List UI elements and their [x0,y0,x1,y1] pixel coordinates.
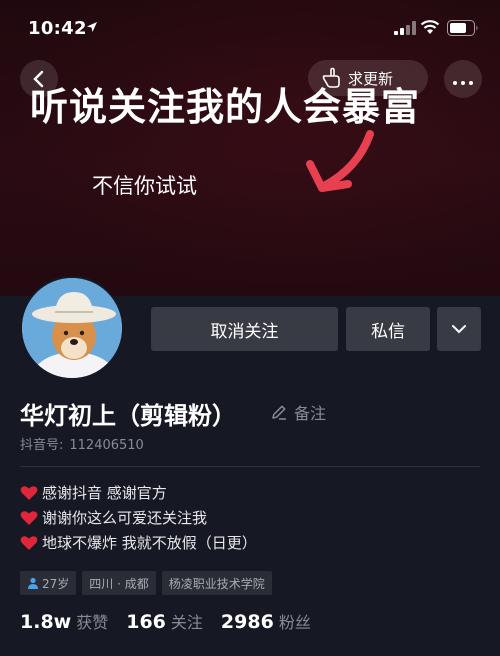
battery-icon [447,20,478,36]
avatar[interactable] [20,276,124,380]
douyin-id-value: 112406510 [69,438,144,453]
profile-stats: 1.8w 获赞 166 关注 2986 粉丝 [20,609,329,633]
bio-line: 感谢抖音 感谢官方 [20,480,257,505]
message-button[interactable]: 私信 [346,307,430,351]
divider [20,466,480,467]
heart-icon [20,535,38,550]
bio-text: 感谢抖音 感谢官方 [42,484,167,502]
back-icon [33,70,44,88]
bio-text: 地球不爆炸 我就不放假（日更） [42,534,257,552]
bio-line: 谢谢你这么可爱还关注我 [20,505,257,530]
edit-icon [272,405,286,420]
location-arrow-icon [87,22,97,32]
status-time: 10:42 [28,18,87,39]
remark-button[interactable]: 备注 [270,400,326,424]
request-update-label: 求更新 [348,69,394,88]
stat-following-label: 关注 [170,613,203,632]
stat-likes-count: 1.8w [20,611,72,633]
more-button[interactable] [444,60,482,98]
heart-icon [20,485,38,500]
chevron-down-icon [452,325,466,334]
stat-likes: 1.8w 获赞 [20,609,108,633]
status-bar: 10:42 [0,0,500,60]
bio-line: 地球不爆炸 我就不放假（日更） [20,530,257,555]
more-icon [451,70,475,89]
red-arrow-icon [306,130,374,192]
bio: 感谢抖音 感谢官方 谢谢你这么可爱还关注我 地球不爆炸 我就不放假（日更） [20,480,257,555]
person-icon [28,577,38,589]
stat-followers-count: 2986 [220,611,274,633]
heart-icon [20,510,38,525]
profile-tags: 27岁 四川 · 成都 杨凌职业技术学院 [20,571,272,595]
douyin-id[interactable]: 抖音号: 112406510 [20,434,144,453]
stat-likes-label: 获赞 [76,613,109,632]
stat-followers[interactable]: 2986 粉丝 [221,609,311,633]
signal-icon [394,21,416,35]
tag-school: 杨凌职业技术学院 [161,571,272,595]
bio-text: 谢谢你这么可爱还关注我 [42,509,208,527]
tag-age-label: 27岁 [42,576,70,591]
douyin-id-label: 抖音号: [20,438,64,453]
wifi-icon [420,20,440,34]
tag-age: 27岁 [20,571,77,595]
stat-followers-label: 粉丝 [278,613,311,632]
tag-location: 四川 · 成都 [82,571,156,595]
stat-following[interactable]: 166 关注 [126,609,203,633]
nickname: 华灯初上（剪辑粉） [20,402,236,430]
request-update-button[interactable]: 求更新 [308,60,428,96]
dropdown-button[interactable] [437,307,481,351]
avatar-image [22,278,122,378]
stat-following-count: 166 [126,611,166,633]
hand-pointer-icon [322,67,340,88]
back-button[interactable] [20,60,58,98]
unfollow-button[interactable]: 取消关注 [151,307,338,351]
banner-subline: 不信你试试 [92,174,197,198]
remark-label: 备注 [294,404,327,423]
